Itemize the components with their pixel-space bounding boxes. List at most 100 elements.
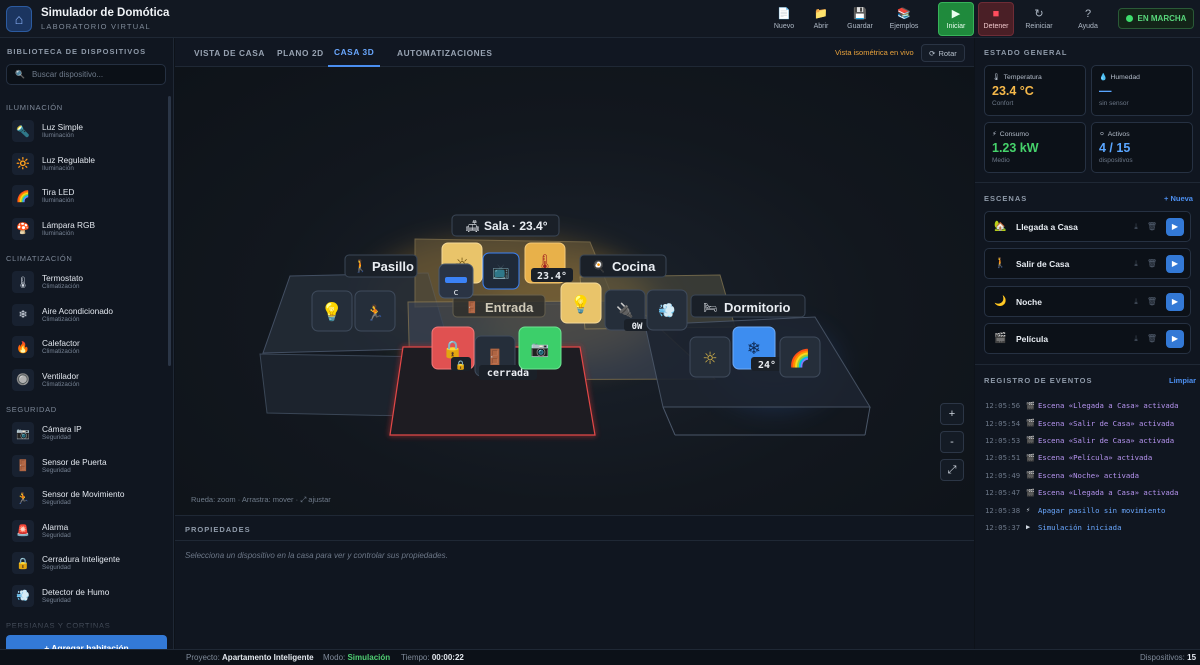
device-category: Climatización bbox=[42, 315, 80, 323]
start-button[interactable]: ▶ Iniciar bbox=[938, 2, 974, 36]
device-alarm-entrada[interactable]: 🔒 🔒 bbox=[431, 326, 475, 371]
tab-plano-2d[interactable]: PLANO 2D bbox=[277, 38, 324, 67]
category-header-iluminacion: ILUMINACIÓN bbox=[6, 103, 63, 112]
device-icon: 🚪 bbox=[12, 454, 34, 477]
add-room-button[interactable]: + Agregar habitación bbox=[6, 635, 167, 649]
tab-automatizaciones[interactable]: AUTOMATIZACIONES bbox=[397, 38, 493, 67]
device-name: Detector de Humo bbox=[42, 586, 110, 597]
device-category: Seguridad bbox=[42, 466, 71, 474]
reset-button[interactable]: ↻ Reiniciar bbox=[1022, 0, 1056, 38]
library-item[interactable]: 🔘 Ventilador Climatización bbox=[0, 364, 168, 397]
room-label-dormitorio[interactable]: 🛏 Dormitorio bbox=[690, 294, 806, 318]
droplet-icon: 💧 bbox=[1099, 74, 1108, 81]
trash-icon[interactable]: 🗑 bbox=[1147, 334, 1157, 343]
scene-card[interactable]: 🚶 Salir de Casa ⤓ 🗑 ▶ bbox=[984, 248, 1191, 279]
library-scrollbar[interactable] bbox=[168, 96, 171, 366]
device-light-pasillo[interactable]: 💡 bbox=[311, 290, 353, 332]
search-input[interactable]: 🔍 Buscar dispositivo... bbox=[6, 64, 166, 85]
stat-active-devices: ⚪ Activos 4 / 15 dispositivos bbox=[1091, 122, 1193, 173]
library-item[interactable]: 🏃 Sensor de Movimiento Seguridad bbox=[0, 482, 168, 515]
view-tabs: VISTA DE CASA PLANO 2D CASA 3D AUTOMATIZ… bbox=[175, 38, 974, 67]
scenes-title: ESCENAS bbox=[984, 194, 1028, 203]
device-category: Seguridad bbox=[42, 596, 71, 604]
examples-button[interactable]: 📚 Ejemplos bbox=[888, 0, 920, 38]
status-time: Tiempo: 00:00:22 bbox=[401, 653, 464, 662]
trash-icon[interactable]: 🗑 bbox=[1147, 297, 1157, 306]
download-icon[interactable]: ⤓ bbox=[1134, 334, 1138, 344]
fit-view-button[interactable]: ⤢ bbox=[940, 459, 964, 481]
room-label-sala[interactable]: 🛋 Sala · 23.4° bbox=[451, 214, 560, 237]
scene-name: Película bbox=[1016, 333, 1049, 344]
device-ac-dormitorio[interactable]: ❄ 24° bbox=[732, 326, 783, 371]
rotate-icon: ⟳ bbox=[929, 48, 936, 58]
svg-text:🍳: 🍳 bbox=[592, 260, 606, 273]
right-panel: ESTADO GENERAL 🌡 Temperatura 23.4 °C Conf… bbox=[975, 38, 1200, 649]
download-icon[interactable]: ⤓ bbox=[1134, 222, 1138, 232]
device-name: Tira LED bbox=[42, 187, 75, 198]
save-button[interactable]: 💾 Guardar bbox=[845, 0, 875, 38]
help-button[interactable]: ? Ayuda bbox=[1074, 0, 1102, 38]
open-button[interactable]: 📁 Abrir bbox=[808, 0, 834, 38]
library-item[interactable]: 🌈 Tira LED Iluminación bbox=[0, 180, 168, 213]
device-smoke-cocina[interactable]: 💨 bbox=[646, 289, 688, 331]
device-library: BIBLIOTECA DE DISPOSITIVOS 🔍 Buscar dispo… bbox=[0, 38, 174, 649]
play-scene-button[interactable]: ▶ bbox=[1166, 292, 1184, 311]
library-item[interactable]: 🔆 Luz Regulable Iluminación bbox=[0, 148, 168, 181]
library-item[interactable]: 💨 Detector de Humo Seguridad bbox=[0, 580, 168, 613]
scene-name: Llegada a Casa bbox=[1016, 221, 1078, 232]
trash-icon[interactable]: 🗑 bbox=[1147, 259, 1157, 268]
zoom-out-button[interactable]: - bbox=[940, 431, 964, 453]
new-button[interactable]: 📄 Nuevo bbox=[772, 0, 796, 38]
device-camera-entrada[interactable]: 📷 bbox=[518, 326, 562, 370]
stop-button[interactable]: ■ Detener bbox=[978, 2, 1014, 36]
thermometer-icon: 🌡 bbox=[992, 74, 1001, 81]
log-entry: 12:05:54 🎬 Escena «Salir de Casa» activada bbox=[985, 414, 1195, 431]
house-3d-canvas[interactable]: 🛋 Sala · 23.4° 🚶 Pasillo 🍳 Cocina 🚪 Entr… bbox=[175, 67, 974, 515]
device-rgb-dormitorio[interactable]: 🌈 bbox=[779, 336, 821, 378]
zoom-in-button[interactable]: + bbox=[940, 403, 964, 425]
status-badge: EN MARCHA bbox=[1118, 8, 1194, 29]
play-scene-button[interactable]: ▶ bbox=[1166, 254, 1184, 273]
event-log: 12:05:56 🎬 Escena «Llegada a Casa» activad… bbox=[985, 397, 1195, 536]
download-icon[interactable]: ⤓ bbox=[1134, 259, 1138, 269]
new-scene-button[interactable]: + Nueva bbox=[1164, 194, 1193, 203]
tab-casa-3d[interactable]: CASA 3D bbox=[328, 38, 381, 67]
device-light-cocina[interactable]: 💡 bbox=[560, 282, 602, 324]
scene-card[interactable]: 🎬 Película ⤓ 🗑 ▶ bbox=[984, 323, 1191, 354]
room-label-pasillo[interactable]: 🚶 Pasillo bbox=[344, 254, 418, 278]
view-hint: Rueda: zoom · Arrastra: mover · ⤢ ajusta… bbox=[191, 495, 331, 504]
trash-icon[interactable]: 🗑 bbox=[1147, 222, 1157, 231]
library-item[interactable]: 🌡 Termostato Climatización bbox=[0, 266, 168, 299]
library-item[interactable]: 🍄 Lámpara RGB Iluminación bbox=[0, 213, 168, 246]
library-item[interactable]: 📷 Cámara IP Seguridad bbox=[0, 417, 168, 450]
scene-card[interactable]: 🏡 Llegada a Casa ⤓ 🗑 ▶ bbox=[984, 211, 1191, 242]
house-3d-view[interactable]: 🛋 Sala · 23.4° 🚶 Pasillo 🍳 Cocina 🚪 Entr… bbox=[175, 67, 974, 515]
device-motion-pasillo[interactable]: 🏃 bbox=[354, 290, 396, 332]
stat-temperature: 🌡 Temperatura 23.4 °C Confort bbox=[984, 65, 1086, 116]
download-icon[interactable]: ⤓ bbox=[1134, 297, 1138, 307]
device-icon: 🔆 bbox=[12, 152, 34, 175]
status-bar: Proyecto: Apartamento Inteligente Modo: … bbox=[0, 649, 1200, 665]
library-item[interactable]: ❄ Aire Acondicionado Climatización bbox=[0, 299, 168, 332]
device-dimmer-dormitorio[interactable]: ☼ bbox=[689, 336, 731, 378]
room-label-cocina[interactable]: 🍳 Cocina bbox=[579, 254, 667, 278]
device-tv-sala[interactable]: 📺 bbox=[482, 252, 520, 290]
library-item[interactable]: 🚪 Sensor de Puerta Seguridad bbox=[0, 450, 168, 483]
play-scene-button[interactable]: ▶ bbox=[1166, 217, 1184, 236]
log-entry: 12:05:56 🎬 Escena «Llegada a Casa» activad… bbox=[985, 397, 1195, 414]
library-item[interactable]: 🔒 Cerradura Inteligente Seguridad bbox=[0, 547, 168, 580]
clear-log-button[interactable]: Limpiar bbox=[1169, 376, 1196, 385]
device-plug-cocina[interactable]: 🔌 0W bbox=[604, 289, 650, 332]
play-scene-button[interactable]: ▶ bbox=[1166, 329, 1184, 348]
library-item[interactable]: 🚨 Alarma Seguridad bbox=[0, 515, 168, 548]
library-item[interactable]: 🔥 Calefactor Climatización bbox=[0, 331, 168, 364]
device-category: Seguridad bbox=[42, 531, 71, 539]
library-item[interactable]: 🔦 Luz Simple Iluminación bbox=[0, 115, 168, 148]
rotate-button[interactable]: ⟳ Rotar bbox=[921, 44, 965, 62]
books-icon: 📚 bbox=[897, 8, 911, 20]
log-icon: 🎬 bbox=[1026, 436, 1035, 445]
scene-card[interactable]: 🌙 Noche ⤓ 🗑 ▶ bbox=[984, 286, 1191, 317]
tab-vista-de-casa[interactable]: VISTA DE CASA bbox=[194, 38, 265, 67]
library-list: ILUMINACIÓN 🔦 Luz Simple Iluminación 🔆 Luz Re… bbox=[0, 94, 168, 633]
device-led-sala[interactable]: c bbox=[438, 263, 474, 299]
